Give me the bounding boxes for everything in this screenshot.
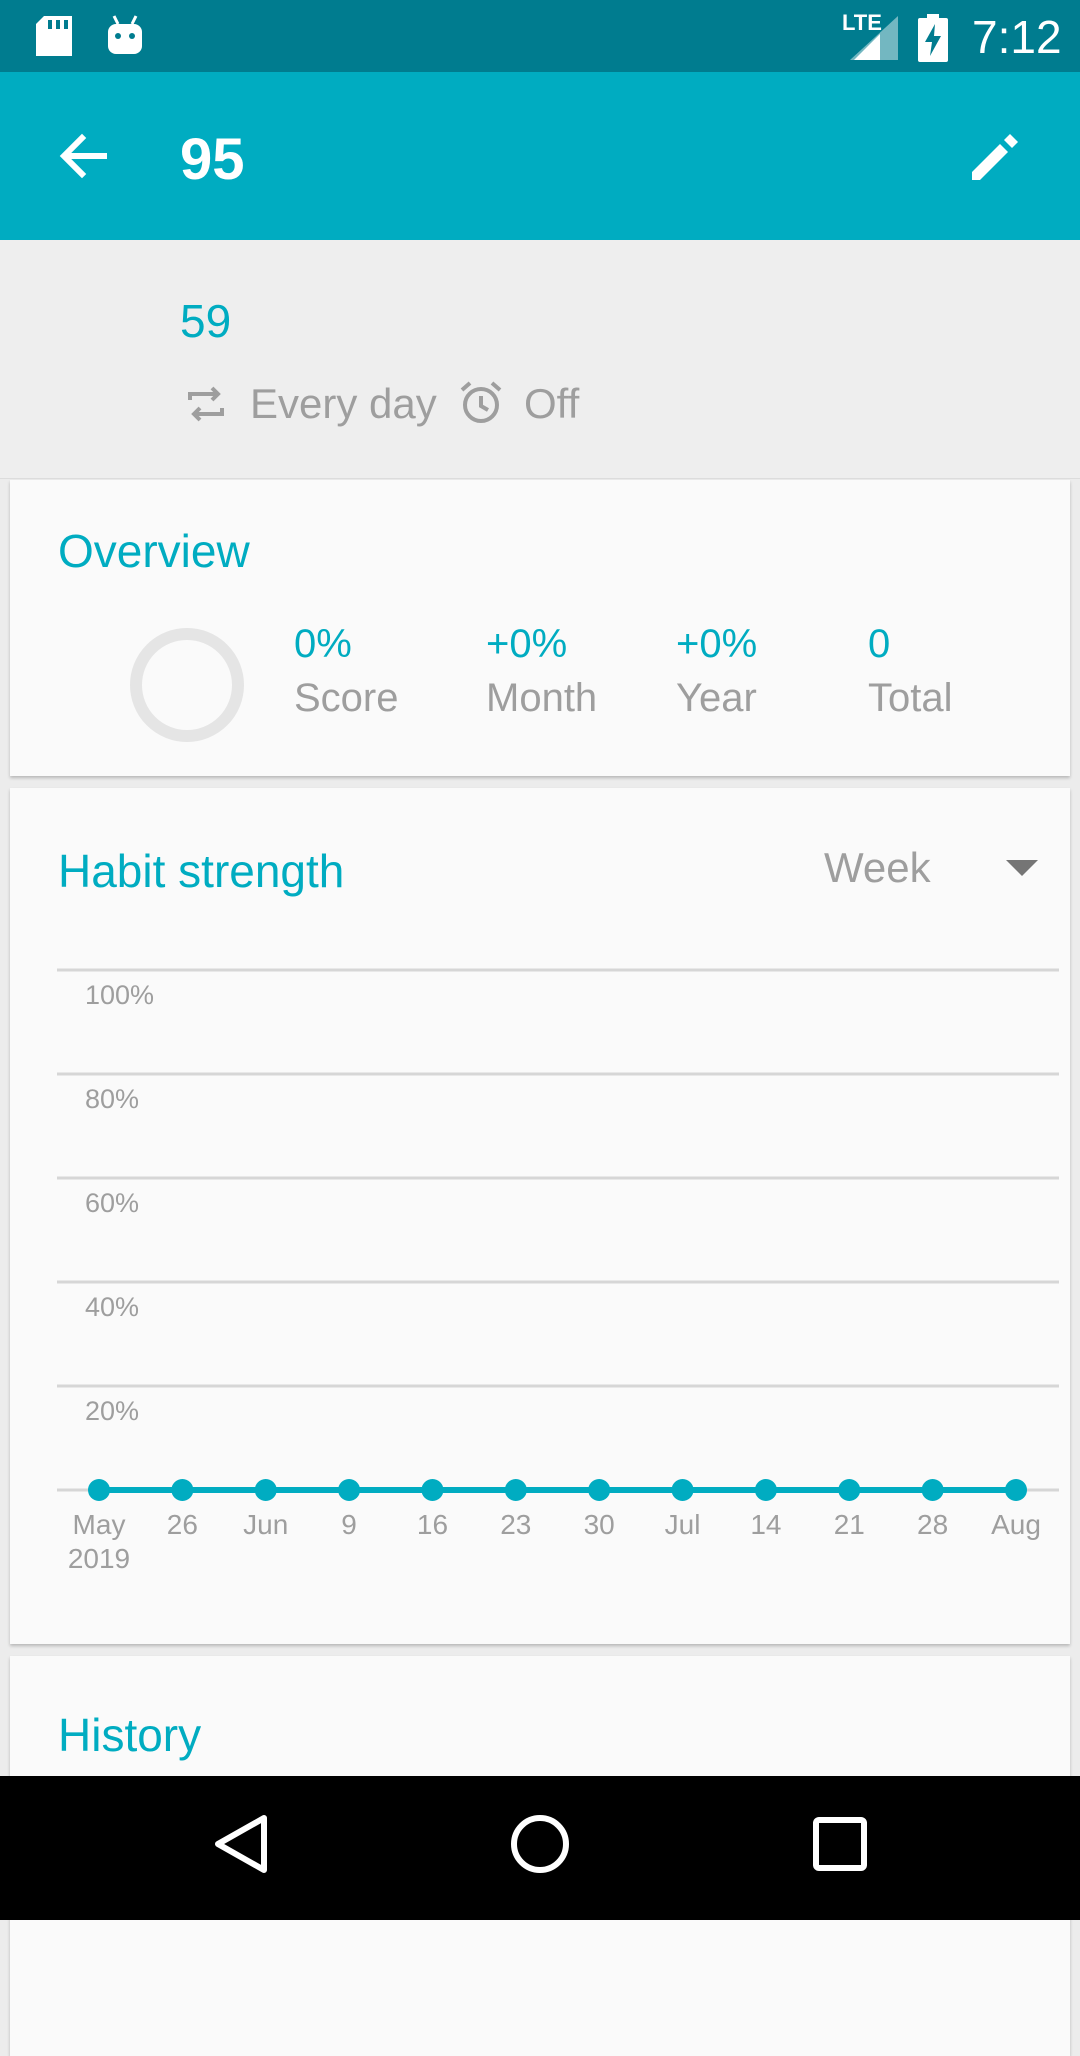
overview-card: Overview 0% Score +0% Month +0% Year 0 T… — [10, 480, 1070, 776]
data-point — [838, 1479, 861, 1501]
data-point — [1005, 1479, 1027, 1501]
x-year-label: 2019 — [68, 1543, 130, 1574]
habit-strength-chart: 100% 80% 60% 40% 20% May 26 Jun 9 16 23 30 Jul 14 21 28… — [57, 968, 1059, 1574]
stat-value: 0% — [294, 622, 352, 666]
data-point — [754, 1479, 777, 1501]
x-tick-label: 21 — [834, 1509, 865, 1540]
stat-label: Total — [868, 676, 953, 720]
repeat-icon — [184, 382, 228, 431]
y-tick-label: 60% — [85, 1188, 139, 1218]
overview-title: Overview — [58, 525, 250, 577]
data-point — [421, 1479, 444, 1501]
stat-value: +0% — [676, 622, 758, 666]
history-title: History — [58, 1709, 202, 1761]
repetition-text: Every day — [250, 380, 437, 427]
stat-score: 0% Score — [294, 622, 399, 721]
battery-charging-icon — [918, 14, 948, 67]
stat-value: +0% — [486, 622, 568, 666]
x-tick-label: 26 — [167, 1509, 198, 1540]
x-tick-label: May — [73, 1509, 126, 1540]
reminder-text: Off — [524, 380, 580, 427]
app-bar: 95 — [0, 72, 1080, 240]
x-tick-label: 9 — [341, 1509, 357, 1540]
x-tick-label: 14 — [750, 1509, 781, 1540]
habit-strength-card: Habit strength Week 100% 80% 60% 40% 20% May 2… — [10, 788, 1070, 1644]
android-debug-icon — [106, 14, 144, 61]
clock: 7:12 — [972, 11, 1062, 63]
x-tick-label: Aug — [991, 1509, 1041, 1540]
signal-icon — [850, 16, 898, 65]
x-tick-label: 28 — [917, 1509, 948, 1540]
back-arrow-icon[interactable] — [52, 124, 116, 188]
alarm-icon — [458, 380, 504, 431]
edit-pencil-icon[interactable] — [964, 124, 1028, 188]
stat-label: Score — [294, 676, 399, 720]
sd-card-icon — [36, 16, 72, 61]
data-point — [504, 1479, 527, 1501]
data-point — [671, 1479, 694, 1501]
stat-year: +0% Year — [676, 622, 757, 721]
nav-back-icon[interactable] — [210, 1812, 270, 1881]
status-bar: LTE 7:12 — [0, 0, 1080, 72]
data-point — [921, 1479, 944, 1501]
stat-label: Month — [486, 676, 598, 720]
score-ring — [130, 628, 244, 742]
navigation-bar — [0, 1776, 1080, 1920]
data-point — [588, 1479, 611, 1501]
habit-header: 59 Every day Off — [0, 240, 1080, 479]
stat-value: 0 — [868, 622, 891, 666]
y-tick-label: 40% — [85, 1292, 139, 1322]
stat-label: Year — [676, 676, 757, 720]
nav-home-icon[interactable] — [508, 1812, 572, 1881]
data-point — [338, 1479, 361, 1501]
y-tick-label: 20% — [85, 1396, 139, 1426]
data-point — [171, 1479, 194, 1501]
data-point — [88, 1479, 110, 1501]
x-tick-label: 23 — [500, 1509, 531, 1540]
stat-month: +0% Month — [486, 622, 597, 721]
x-tick-label: Jun — [243, 1509, 288, 1540]
x-tick-label: 30 — [584, 1509, 615, 1540]
habit-title: 95 — [180, 127, 245, 192]
stat-total: 0 Total — [868, 622, 953, 721]
y-tick-label: 100% — [85, 980, 154, 1010]
x-tick-label: Jul — [665, 1509, 701, 1540]
habit-description: 59 — [180, 295, 232, 347]
data-point — [254, 1479, 277, 1501]
x-tick-label: 16 — [417, 1509, 448, 1540]
nav-recents-icon[interactable] — [812, 1812, 868, 1881]
y-tick-label: 80% — [85, 1084, 139, 1114]
